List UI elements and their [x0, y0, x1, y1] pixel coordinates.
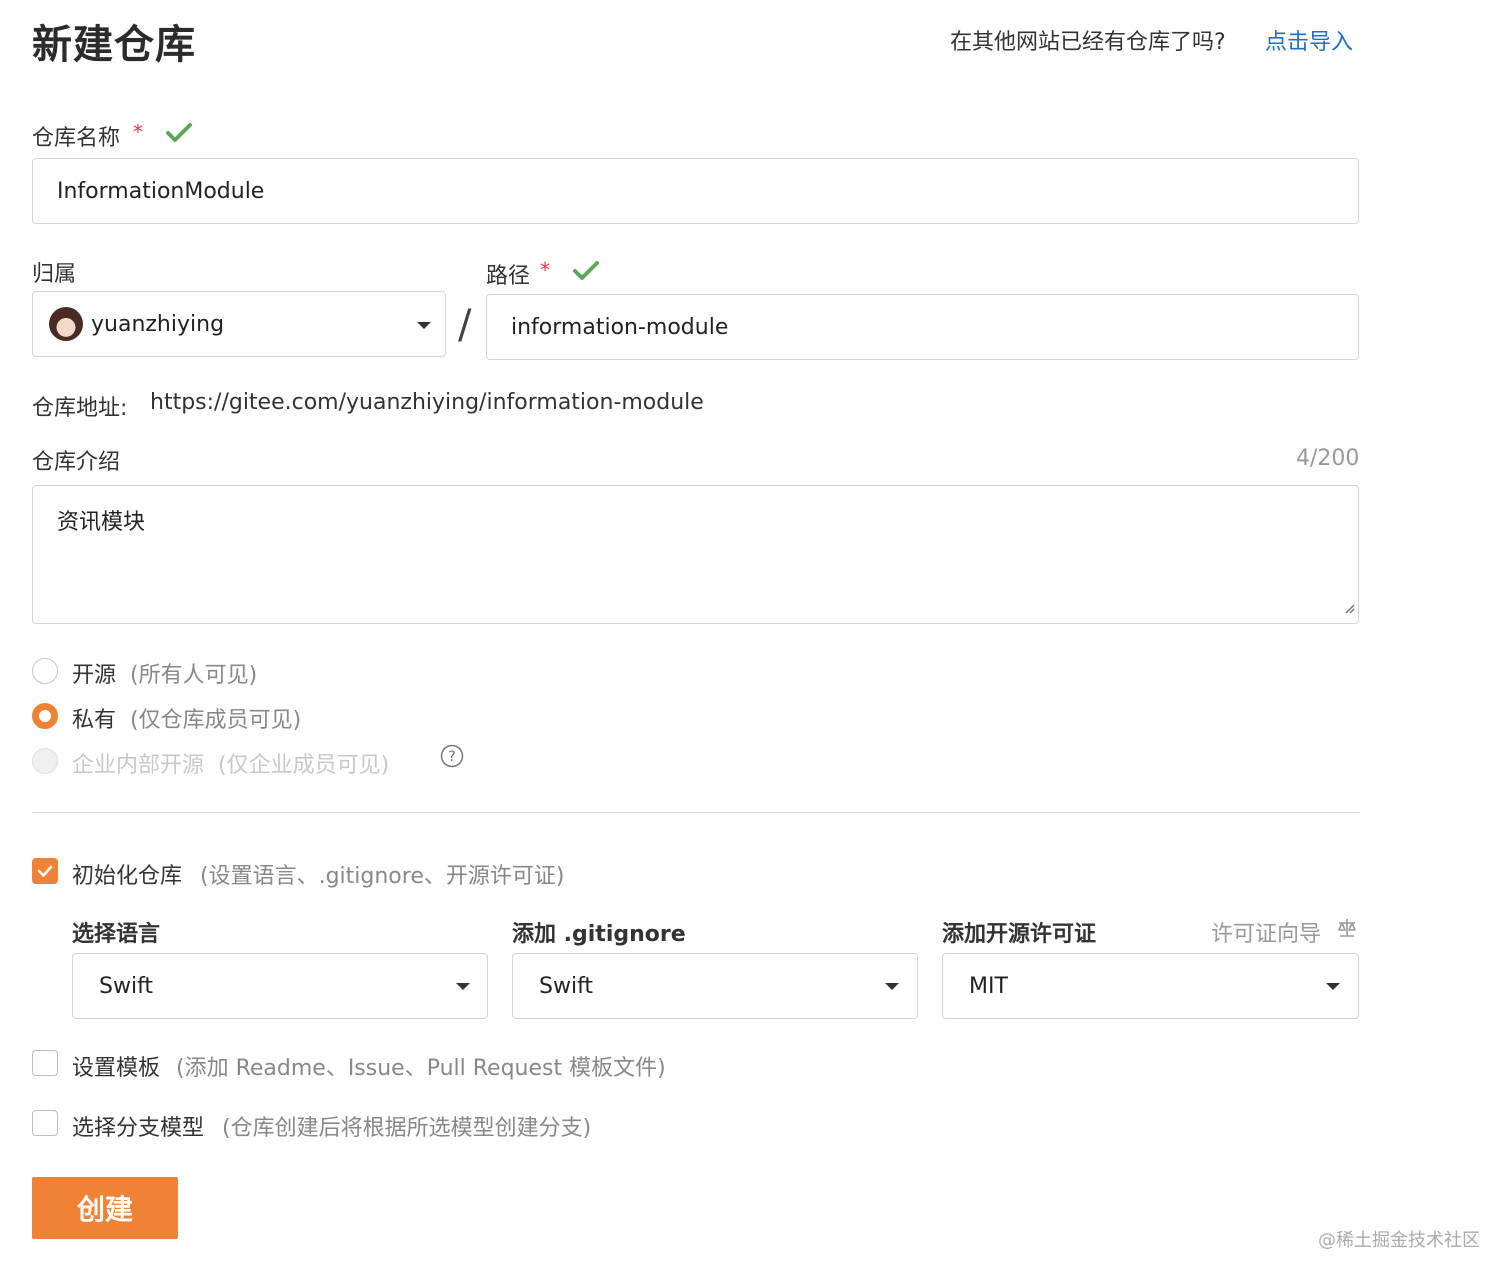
init-repo-hint: (设置语言、.gitignore、开源许可证)	[200, 864, 565, 889]
create-button[interactable]: 创建	[32, 1177, 178, 1239]
description-counter: 4/200	[1296, 446, 1360, 471]
gitignore-value: Swift	[539, 973, 594, 999]
branch-model-label: 选择分支模型	[72, 1116, 205, 1141]
owner-label: 归属	[32, 262, 77, 287]
owner-select[interactable]: yuanzhiying	[32, 291, 446, 357]
visibility-label-public: 开源	[72, 663, 117, 688]
visibility-radio-enterprise	[32, 748, 58, 774]
avatar	[49, 307, 83, 341]
language-value: Swift	[99, 973, 154, 999]
gitignore-label: 添加 .gitignore	[512, 922, 686, 947]
gitignore-select[interactable]: Swift	[512, 953, 918, 1019]
chevron-down-icon	[417, 322, 431, 329]
visibility-hint-private: (仅仓库成员可见)	[130, 708, 302, 733]
owner-value: yuanzhiying	[91, 311, 225, 337]
description-textarea[interactable]: 资讯模块	[32, 485, 1359, 624]
visibility-label-enterprise: 企业内部开源	[72, 753, 205, 778]
license-select[interactable]: MIT	[942, 953, 1359, 1019]
path-separator: /	[458, 302, 472, 348]
init-repo-label: 初始化仓库	[72, 864, 183, 889]
template-label: 设置模板	[72, 1056, 161, 1081]
template-checkbox[interactable]	[32, 1050, 58, 1076]
valid-check-icon	[573, 260, 599, 282]
balance-scale-icon[interactable]	[1335, 916, 1359, 944]
template-hint: (添加 Readme、Issue、Pull Request 模板文件)	[176, 1056, 666, 1081]
repo-address-url: https://gitee.com/yuanzhiying/informatio…	[150, 390, 704, 415]
language-label: 选择语言	[72, 922, 161, 947]
visibility-label-private: 私有	[72, 708, 117, 733]
visibility-radio-private[interactable]	[32, 703, 58, 729]
svg-text:?: ?	[448, 749, 455, 765]
visibility-hint-enterprise: (仅企业成员可见)	[218, 753, 390, 778]
repo-name-input[interactable]: InformationModule	[32, 158, 1359, 224]
visibility-radio-public[interactable]	[32, 658, 58, 684]
import-prompt: 在其他网站已经有仓库了吗?	[950, 30, 1226, 55]
repo-address-label: 仓库地址:	[32, 396, 128, 421]
path-input[interactable]: information-module	[486, 294, 1359, 360]
branch-model-checkbox[interactable]	[32, 1110, 58, 1136]
repo-name-value: InformationModule	[57, 178, 265, 204]
resize-handle-icon[interactable]	[1343, 595, 1355, 620]
check-icon	[37, 865, 53, 877]
visibility-hint-public: (所有人可见)	[130, 663, 258, 688]
valid-check-icon	[166, 122, 192, 144]
license-guide-link[interactable]: 许可证向导	[1211, 916, 1321, 948]
watermark: @稀土掘金技术社区	[1318, 1230, 1480, 1251]
chevron-down-icon	[456, 983, 470, 990]
repo-name-label: 仓库名称	[32, 126, 121, 151]
page-title: 新建仓库	[32, 22, 196, 68]
required-mark: *	[133, 120, 143, 144]
description-value: 资讯模块	[57, 510, 146, 535]
branch-model-hint: (仓库创建后将根据所选模型创建分支)	[222, 1116, 592, 1141]
language-select[interactable]: Swift	[72, 953, 488, 1019]
required-mark: *	[540, 258, 550, 282]
import-link[interactable]: 点击导入	[1265, 24, 1353, 56]
path-value: information-module	[511, 314, 729, 340]
license-value: MIT	[969, 973, 1008, 999]
license-label: 添加开源许可证	[942, 922, 1097, 947]
path-label: 路径	[486, 264, 531, 289]
chevron-down-icon	[885, 983, 899, 990]
description-label: 仓库介绍	[32, 450, 121, 475]
init-repo-checkbox[interactable]	[32, 858, 58, 884]
section-divider	[32, 812, 1360, 813]
question-circle-icon[interactable]: ?	[440, 744, 464, 772]
chevron-down-icon	[1326, 983, 1340, 990]
